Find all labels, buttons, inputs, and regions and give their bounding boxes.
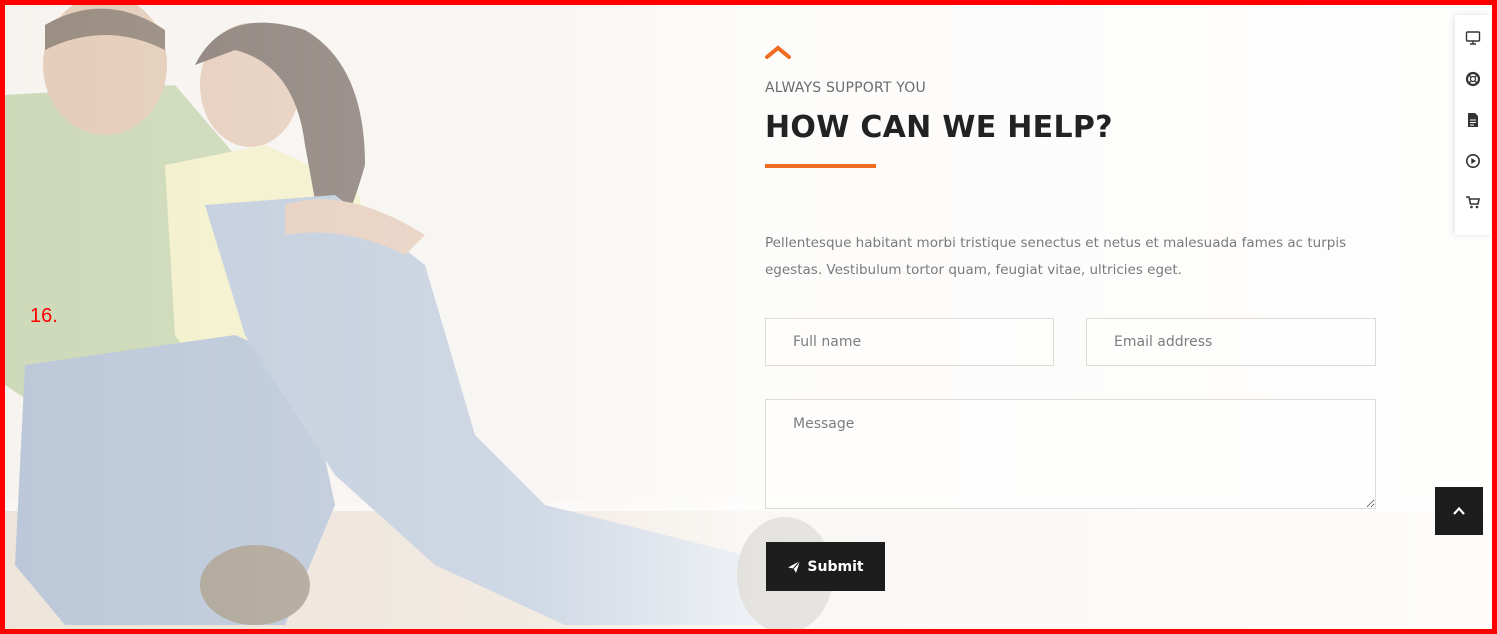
submit-button[interactable]: Submit (766, 542, 885, 591)
toolbar-play-button[interactable] (1455, 143, 1491, 179)
submit-label: Submit (807, 558, 864, 575)
lifebuoy-icon (1465, 71, 1481, 87)
screenshot-frame: 16. ALWAYS SUPPORT YOU HOW CAN WE HELP? … (0, 0, 1497, 634)
section-eyebrow: ALWAYS SUPPORT YOU (765, 80, 926, 96)
message-textarea[interactable] (765, 399, 1376, 509)
annotation-label: 16. (30, 305, 58, 327)
section-description: Pellentesque habitant morbi tristique se… (765, 235, 1347, 278)
toolbar-monitor-button[interactable] (1455, 20, 1491, 56)
title-underline (765, 164, 876, 168)
toolbar-support-button[interactable] (1455, 61, 1491, 97)
send-icon (788, 560, 801, 573)
back-to-top-button[interactable] (1435, 487, 1483, 535)
chevron-up-icon (1453, 506, 1465, 515)
monitor-icon (1465, 31, 1481, 45)
toolbar-document-button[interactable] (1455, 102, 1491, 138)
document-icon (1468, 113, 1478, 127)
side-toolbar (1455, 15, 1491, 235)
section-title: HOW CAN WE HELP? (765, 110, 1113, 145)
chevron-up-icon (765, 45, 791, 59)
email-address-input[interactable] (1086, 318, 1376, 366)
photo-fade-overlay (5, 5, 1492, 629)
cart-icon (1466, 196, 1480, 209)
full-name-input[interactable] (765, 318, 1054, 366)
toolbar-cart-button[interactable] (1455, 184, 1491, 220)
play-circle-icon (1466, 154, 1480, 168)
